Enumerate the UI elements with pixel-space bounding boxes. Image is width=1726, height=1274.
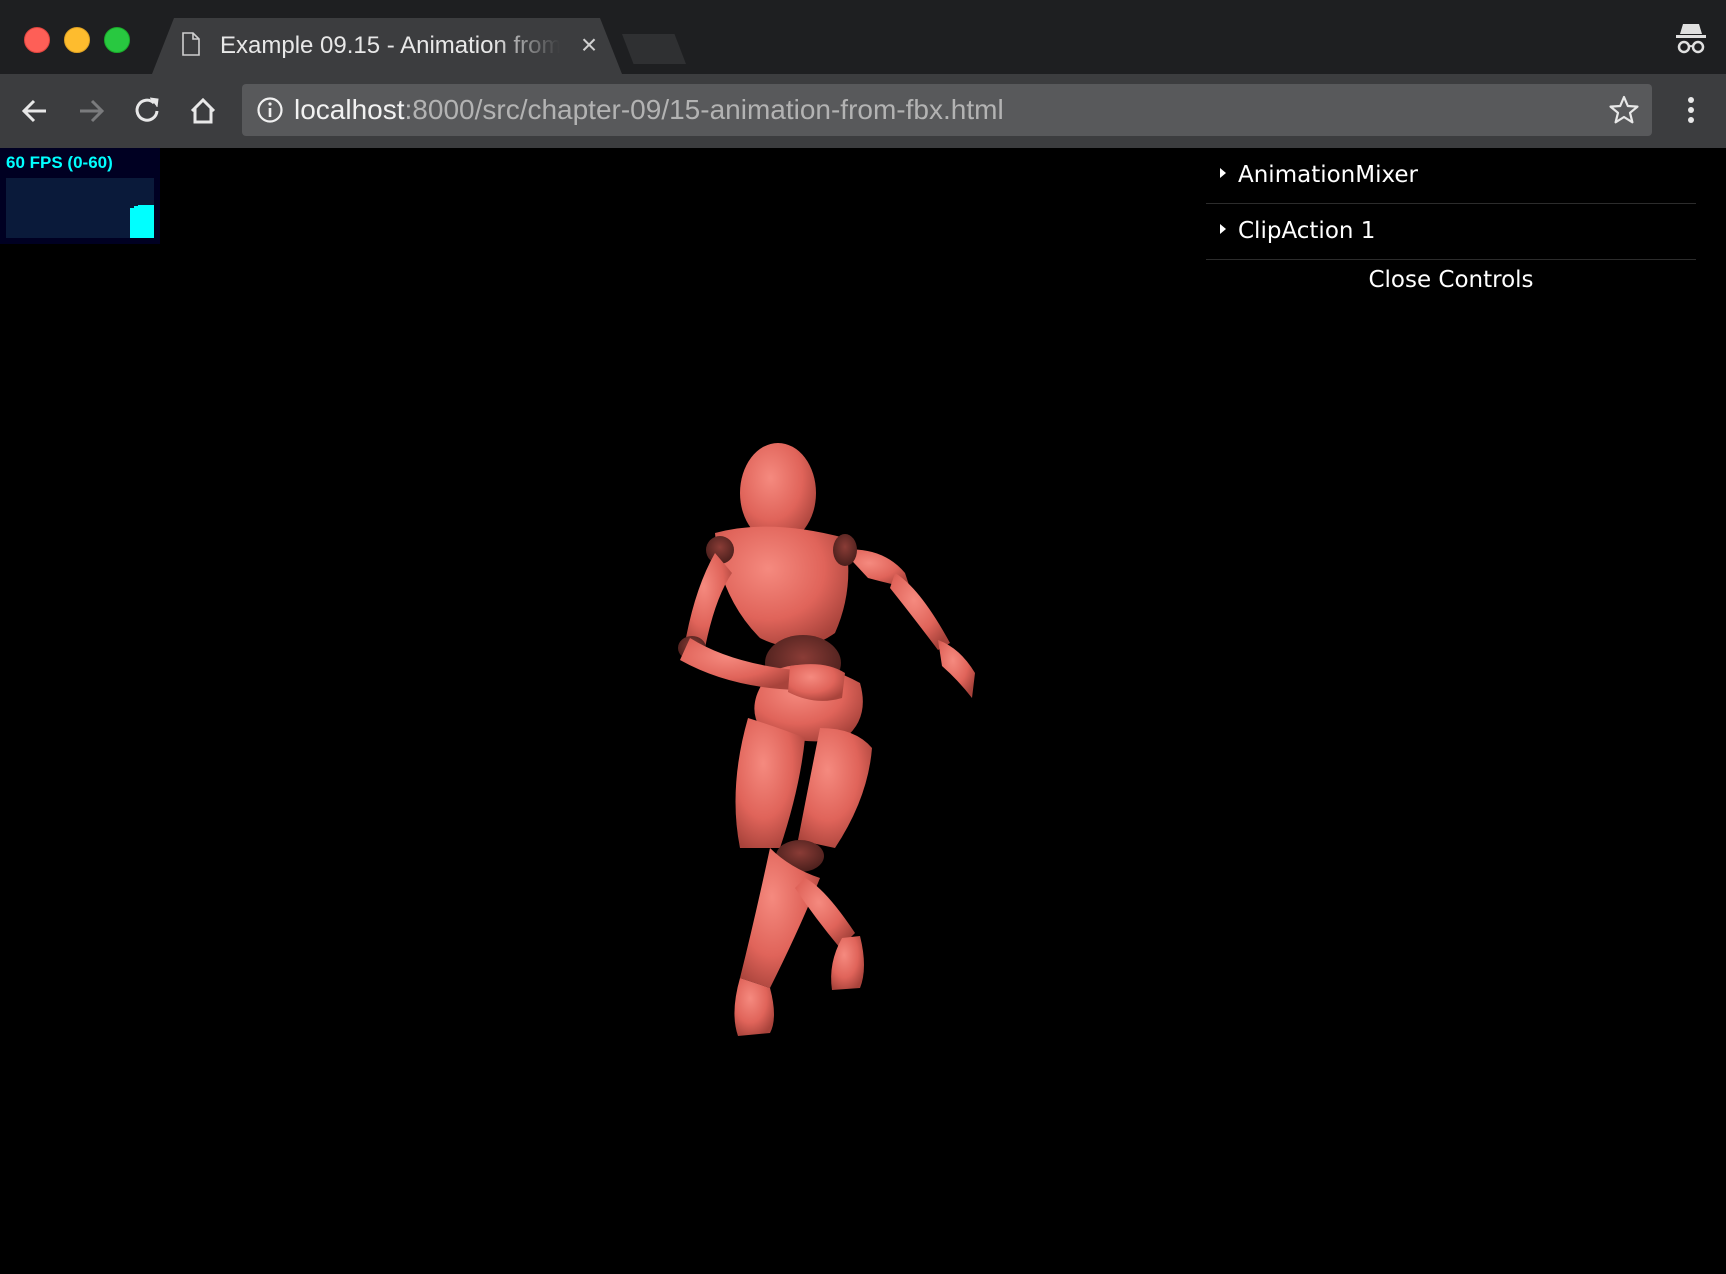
close-controls-button[interactable]: Close Controls <box>1206 260 1696 300</box>
url-text[interactable]: localhost:8000/src/chapter-09/15-animati… <box>294 93 1004 127</box>
folder-clip-action[interactable]: ClipAction 1 <box>1206 204 1696 260</box>
tab-title: Example 09.15 - Animation from FBX <box>220 32 560 59</box>
back-icon[interactable] <box>16 92 54 130</box>
incognito-icon <box>1676 24 1706 54</box>
kebab-menu-icon[interactable] <box>1676 92 1706 128</box>
fps-graph <box>6 178 154 238</box>
fps-label: 60 FPS (0-60) <box>6 153 113 172</box>
tab-close-button[interactable]: × <box>574 30 604 60</box>
zoom-window-button[interactable] <box>104 27 130 53</box>
folder-label: AnimationMixer <box>1238 162 1419 188</box>
controls-panel: AnimationMixer ClipAction 1 Close Contro… <box>1206 148 1696 300</box>
webgl-canvas[interactable]: 60 FPS (0-60) AnimationMixer ClipAction … <box>0 148 1726 1274</box>
address-bar[interactable]: localhost:8000/src/chapter-09/15-animati… <box>242 84 1652 136</box>
info-icon[interactable] <box>256 96 284 124</box>
new-tab-button[interactable] <box>622 34 686 64</box>
close-window-button[interactable] <box>24 27 50 53</box>
fps-stats-panel[interactable]: 60 FPS (0-60) <box>0 148 160 244</box>
browser-tab[interactable]: Example 09.15 - Animation from FBX × <box>152 18 622 74</box>
caret-right-icon <box>1220 224 1226 234</box>
url-host: localhost <box>294 94 405 125</box>
document-icon <box>182 32 200 56</box>
minimize-window-button[interactable] <box>64 27 90 53</box>
window-titlebar: Example 09.15 - Animation from FBX × <box>0 0 1726 74</box>
caret-right-icon <box>1220 168 1226 178</box>
fps-bar <box>150 205 154 238</box>
url-path: :8000/src/chapter-09/15-animation-from-f… <box>404 94 1004 125</box>
animated-mannequin-figure <box>678 443 975 1036</box>
folder-label: ClipAction 1 <box>1238 218 1376 244</box>
home-icon[interactable] <box>184 92 222 130</box>
folder-animation-mixer[interactable]: AnimationMixer <box>1206 148 1696 204</box>
reload-icon[interactable] <box>128 92 166 130</box>
forward-icon[interactable] <box>72 92 110 130</box>
star-icon[interactable] <box>1608 94 1640 126</box>
